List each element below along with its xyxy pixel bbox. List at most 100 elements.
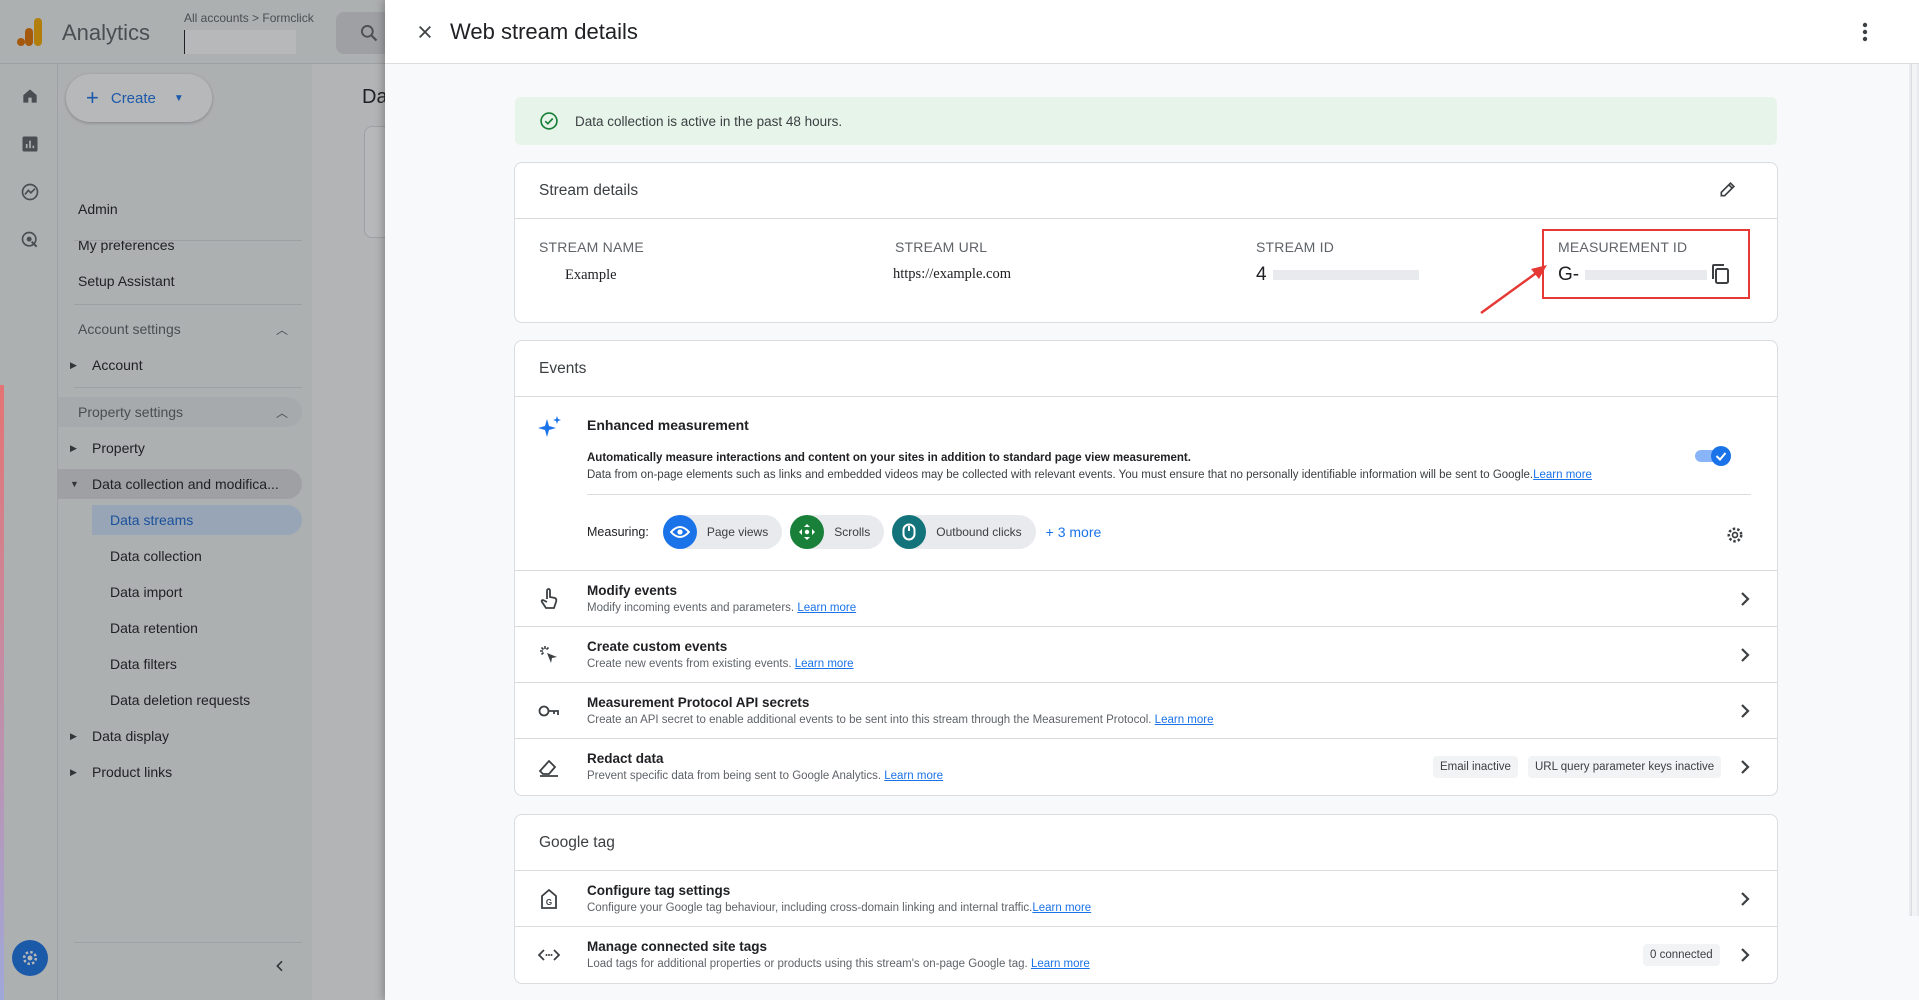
row-configure-tag-settings-desc: Configure your Google tag behaviour, inc… (587, 902, 1091, 914)
row-configure-tag-settings[interactable]: G Configure tag settings Configure your … (515, 871, 1777, 927)
panel-scrollbar[interactable] (1909, 64, 1919, 916)
tag-icon: G (537, 887, 561, 911)
row-modify-events-desc-text: Modify incoming events and parameters. (587, 602, 795, 614)
row-manage-connected-site-tags-title: Manage connected site tags (587, 939, 768, 954)
svg-text:G: G (546, 898, 552, 907)
mouse-icon (892, 515, 927, 549)
events-heading: Events (515, 341, 1777, 397)
row-create-custom-events-desc-text: Create new events from existing events. (587, 658, 792, 670)
row-manage-connected-site-tags[interactable]: Manage connected site tags Load tags for… (515, 927, 1777, 983)
stream-id-field: 4 (1256, 264, 1419, 286)
enhanced-measurement-divider (587, 494, 1751, 495)
data-collection-status-banner: Data collection is active in the past 48… (515, 97, 1777, 145)
eraser-icon (537, 755, 561, 779)
enhanced-measurement-toggle[interactable] (1693, 445, 1733, 467)
enhanced-measurement-section: Enhanced measurement Automatically measu… (515, 397, 1777, 571)
row-measurement-protocol-desc: Create an API secret to enable additiona… (587, 714, 1213, 726)
redacted-stream-id (1272, 270, 1419, 280)
web-stream-details-panel: Web stream details Data collection is ac… (385, 0, 1919, 1000)
banner-text: Data collection is active in the past 48… (575, 113, 843, 129)
google-tag-card: Google tag G Configure tag settings Conf… (514, 814, 1778, 984)
chevron-right-icon[interactable] (1733, 643, 1757, 667)
stream-url-value: https://example.com (893, 266, 1011, 282)
stream-id-label: STREAM ID (1256, 239, 1335, 255)
panel-title: Web stream details (450, 19, 638, 44)
row-create-custom-events[interactable]: Create custom events Create new events f… (515, 627, 1777, 683)
gear-icon (1727, 527, 1743, 543)
stream-details-card: Stream details STREAM NAME Example STREA… (514, 162, 1778, 323)
enhanced-measurement-learn-more-link[interactable]: Learn more (1533, 469, 1592, 481)
enhanced-measurement-description: Automatically measure interactions and c… (587, 452, 1191, 464)
scrollbar-thumb[interactable] (1911, 64, 1917, 916)
row-redact-data-title: Redact data (587, 751, 664, 766)
measuring-label: Measuring: (587, 525, 649, 539)
row-configure-tag-settings-title: Configure tag settings (587, 883, 731, 898)
events-card: Events Enhanced measurement Automaticall… (514, 340, 1778, 796)
row-measurement-protocol-learn-more[interactable]: Learn more (1155, 714, 1214, 726)
stream-details-heading: Stream details (515, 163, 1777, 219)
row-redact-data-desc-text: Prevent specific data from being sent to… (587, 770, 882, 782)
close-panel-button[interactable] (413, 20, 437, 44)
measuring-row: Measuring: Page views Scrolls Outbound c… (587, 515, 1101, 549)
stream-details-title: Stream details (539, 181, 639, 199)
enhanced-measurement-settings-button[interactable] (1723, 523, 1747, 547)
row-modify-events-learn-more[interactable]: Learn more (797, 602, 856, 614)
chip-page-views[interactable]: Page views (662, 515, 783, 549)
email-status-badge: Email inactive (1433, 756, 1518, 778)
row-redact-data-learn-more[interactable]: Learn more (884, 770, 943, 782)
chip-outbound-clicks[interactable]: Outbound clicks (892, 515, 1036, 549)
row-modify-events-title: Modify events (587, 583, 678, 598)
chevron-right-icon[interactable] (1733, 755, 1757, 779)
scroll-move-icon (790, 515, 825, 549)
enhanced-measurement-note: Data from on-page elements such as links… (587, 469, 1592, 481)
row-configure-tag-settings-desc-text: Configure your Google tag behaviour, inc… (587, 902, 1033, 914)
edit-icon[interactable] (1718, 179, 1738, 204)
stream-name-label: STREAM NAME (539, 239, 644, 255)
stream-name-value: Example (565, 267, 617, 283)
panel-header: Web stream details (385, 0, 1919, 64)
cursor-click-icon (537, 643, 561, 667)
more-vert-icon (1862, 22, 1868, 42)
row-measurement-protocol[interactable]: Measurement Protocol API secrets Create … (515, 683, 1777, 739)
more-measurements-link[interactable]: + 3 more (1046, 524, 1102, 540)
connected-count-badge: 0 connected (1643, 944, 1720, 966)
row-manage-connected-site-tags-desc: Load tags for additional properties or p… (587, 958, 1090, 970)
row-measurement-protocol-desc-text: Create an API secret to enable additiona… (587, 714, 1152, 726)
row-create-custom-events-learn-more[interactable]: Learn more (795, 658, 854, 670)
annotation-arrow-icon (1480, 265, 1547, 315)
enhanced-measurement-title: Enhanced measurement (587, 417, 749, 433)
chip-outbound-clicks-label: Outbound clicks (936, 525, 1022, 539)
row-configure-tag-settings-learn-more[interactable]: Learn more (1032, 902, 1091, 914)
enhanced-measurement-note-text: Data from on-page elements such as links… (587, 469, 1534, 481)
row-redact-data-desc: Prevent specific data from being sent to… (587, 770, 943, 782)
row-modify-events[interactable]: Modify events Modify incoming events and… (515, 571, 1777, 627)
chevron-right-icon[interactable] (1733, 943, 1757, 967)
measurement-id-highlight (1542, 229, 1750, 299)
chip-scrolls-label: Scrolls (834, 525, 871, 539)
close-icon (419, 26, 431, 38)
chevron-right-icon[interactable] (1733, 699, 1757, 723)
stream-url-label: STREAM URL (895, 239, 988, 255)
touch-hand-icon (537, 587, 561, 611)
stream-details-grid: STREAM NAME Example STREAM URL https://e… (515, 219, 1777, 322)
stream-id-value: 4 (1256, 264, 1267, 285)
row-create-custom-events-desc: Create new events from existing events. … (587, 658, 854, 670)
row-create-custom-events-title: Create custom events (587, 639, 728, 654)
row-redact-data[interactable]: Redact data Prevent specific data from b… (515, 739, 1777, 795)
google-tag-heading: Google tag (515, 815, 1777, 871)
eye-icon (662, 515, 697, 549)
sparkle-icon (537, 415, 563, 446)
key-icon (537, 699, 561, 723)
chevron-right-icon[interactable] (1733, 587, 1757, 611)
row-modify-events-desc: Modify incoming events and parameters. L… (587, 602, 856, 614)
chip-scrolls[interactable]: Scrolls (790, 515, 885, 549)
row-manage-connected-site-tags-desc-text: Load tags for additional properties or p… (587, 958, 1028, 970)
chevron-right-icon[interactable] (1733, 887, 1757, 911)
code-icon (537, 943, 561, 967)
row-manage-connected-site-tags-learn-more[interactable]: Learn more (1031, 958, 1090, 970)
more-options-button[interactable] (1853, 20, 1877, 44)
url-query-status-badge: URL query parameter keys inactive (1528, 756, 1722, 778)
screen-edge-accent (0, 385, 4, 1000)
row-measurement-protocol-title: Measurement Protocol API secrets (587, 695, 810, 710)
chip-page-views-label: Page views (706, 525, 769, 539)
